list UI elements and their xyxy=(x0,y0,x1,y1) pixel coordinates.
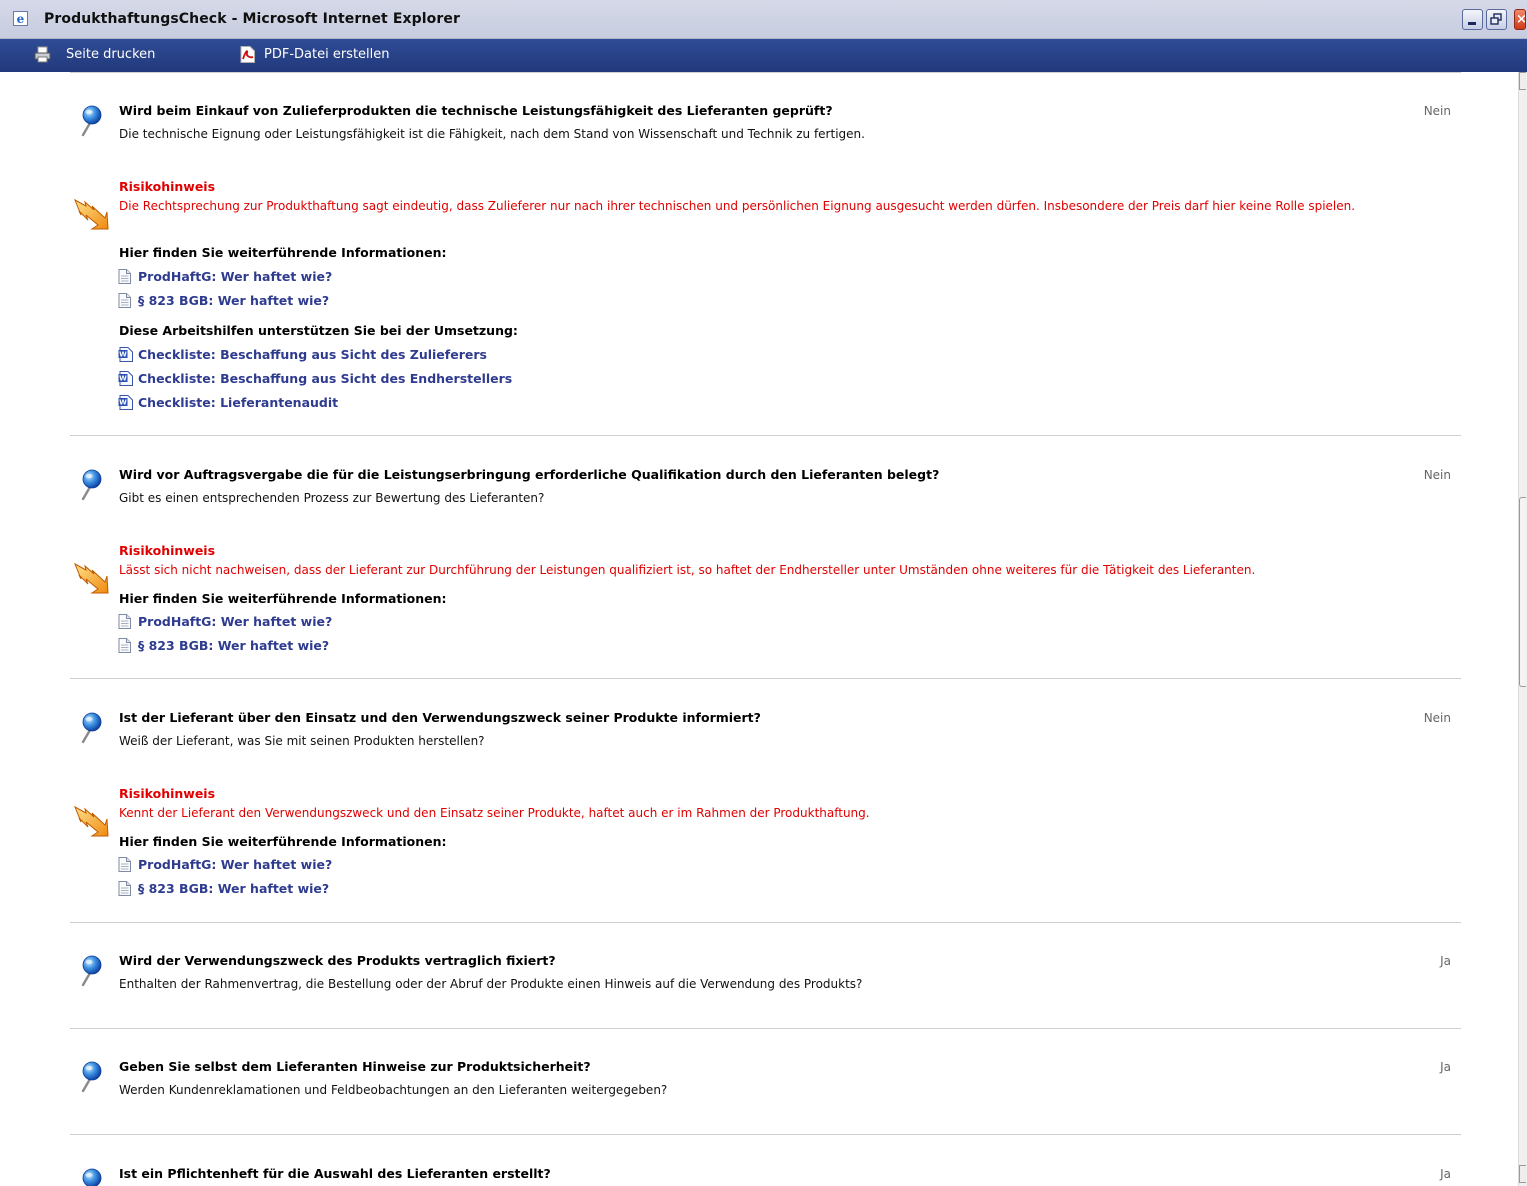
internet-explorer-icon: e xyxy=(13,11,28,26)
answer-value: Ja xyxy=(1440,1060,1451,1074)
question-title: Wird beim Einkauf von Zulieferprodukten … xyxy=(119,103,833,118)
question-title: Ist der Lieferant über den Einsatz und d… xyxy=(119,710,761,725)
pushpin-icon xyxy=(79,1061,105,1093)
window-titlebar: e ProdukthaftungsCheck - Microsoft Inter… xyxy=(0,0,1527,39)
risk-text: Lässt sich nicht nachweisen, dass der Li… xyxy=(119,563,1256,577)
word-document-icon xyxy=(118,395,133,410)
scroll-up-arrow[interactable] xyxy=(1519,72,1526,90)
document-icon xyxy=(118,638,131,653)
question-item: Wird beim Einkauf von Zulieferprodukten … xyxy=(70,72,1461,436)
document-icon xyxy=(118,857,131,872)
print-page-button[interactable]: Seite drucken xyxy=(66,47,155,62)
risk-heading: Risikohinweis xyxy=(119,786,216,801)
word-document-icon xyxy=(118,371,133,386)
restore-icon xyxy=(1490,13,1502,25)
minimize-button[interactable] xyxy=(1462,9,1483,30)
vertical-scrollbar[interactable] xyxy=(1518,72,1527,1186)
question-description: Gibt es einen entsprechenden Prozess zur… xyxy=(119,491,545,505)
question-title: Ist ein Pflichtenheft für die Auswahl de… xyxy=(119,1166,551,1181)
word-document-icon xyxy=(118,347,133,362)
close-icon: × xyxy=(1516,12,1527,27)
info-heading: Hier finden Sie weiterführende Informati… xyxy=(119,834,447,849)
question-item: Geben Sie selbst dem Lieferanten Hinweis… xyxy=(70,1028,1461,1135)
answer-value: Ja xyxy=(1440,954,1451,968)
minimize-icon xyxy=(1468,22,1476,25)
document-icon xyxy=(118,881,131,896)
question-item: Ist der Lieferant über den Einsatz und d… xyxy=(70,679,1461,923)
info-link[interactable]: ProdHaftG: Wer haftet wie? xyxy=(118,269,332,284)
tool-link[interactable]: Checkliste: Beschaffung aus Sicht des Zu… xyxy=(118,347,487,362)
risk-arrow-icon xyxy=(72,196,110,232)
question-description: Weiß der Lieferant, was Sie mit seinen P… xyxy=(119,734,485,748)
document-icon xyxy=(118,293,131,308)
risk-heading: Risikohinweis xyxy=(119,543,216,558)
pushpin-icon xyxy=(79,955,105,987)
tool-link[interactable]: Checkliste: Lieferantenaudit xyxy=(118,395,338,410)
question-title: Wird vor Auftragsvergabe die für die Lei… xyxy=(119,467,940,482)
answer-value: Ja xyxy=(1440,1167,1451,1181)
info-link[interactable]: § 823 BGB: Wer haftet wie? xyxy=(118,293,329,308)
restore-button[interactable] xyxy=(1486,9,1507,30)
page-toolbar: Seite drucken PDF-Datei erstellen xyxy=(0,39,1527,72)
svg-text:e: e xyxy=(17,12,25,26)
answer-value: Nein xyxy=(1423,104,1451,118)
printer-icon[interactable] xyxy=(34,46,51,63)
scroll-thumb[interactable] xyxy=(1519,497,1526,687)
risk-arrow-icon xyxy=(72,560,110,596)
close-button[interactable]: × xyxy=(1514,9,1527,30)
info-link[interactable]: § 823 BGB: Wer haftet wie? xyxy=(118,638,329,653)
answer-value: Nein xyxy=(1423,468,1451,482)
tools-heading: Diese Arbeitshilfen unterstützen Sie bei… xyxy=(119,323,518,338)
risk-text: Kennt der Lieferant den Verwendungszweck… xyxy=(119,806,870,820)
question-description: Werden Kundenreklamationen und Feldbeoba… xyxy=(119,1083,668,1097)
pdf-icon[interactable] xyxy=(239,46,256,63)
pushpin-icon xyxy=(79,105,105,137)
question-item: Wird vor Auftragsvergabe die für die Lei… xyxy=(70,436,1461,679)
risk-heading: Risikohinweis xyxy=(119,179,216,194)
question-item: Wird der Verwendungszweck des Produkts v… xyxy=(70,922,1461,1029)
risk-arrow-icon xyxy=(72,803,110,839)
question-title: Wird der Verwendungszweck des Produkts v… xyxy=(119,953,556,968)
risk-text: Die Rechtsprechung zur Produkthaftung sa… xyxy=(119,199,1356,213)
answer-value: Nein xyxy=(1423,711,1451,725)
pushpin-icon xyxy=(79,469,105,501)
info-heading: Hier finden Sie weiterführende Informati… xyxy=(119,591,447,606)
info-link[interactable]: ProdHaftG: Wer haftet wie? xyxy=(118,857,332,872)
document-icon xyxy=(118,614,131,629)
question-item: Ist ein Pflichtenheft für die Auswahl de… xyxy=(70,1135,1461,1186)
question-title: Geben Sie selbst dem Lieferanten Hinweis… xyxy=(119,1059,591,1074)
info-heading: Hier finden Sie weiterführende Informati… xyxy=(119,245,447,260)
info-link[interactable]: § 823 BGB: Wer haftet wie? xyxy=(118,881,329,896)
question-description: Die technische Eignung oder Leistungsfäh… xyxy=(119,127,865,141)
info-link[interactable]: ProdHaftG: Wer haftet wie? xyxy=(118,614,332,629)
document-icon xyxy=(118,269,131,284)
pushpin-icon xyxy=(79,712,105,744)
create-pdf-button[interactable]: PDF-Datei erstellen xyxy=(264,47,390,62)
pushpin-icon xyxy=(79,1168,105,1186)
window-title: ProdukthaftungsCheck - Microsoft Interne… xyxy=(44,11,460,27)
scroll-down-arrow[interactable] xyxy=(1519,1165,1526,1183)
question-description: Enthalten der Rahmenvertrag, die Bestell… xyxy=(119,977,863,991)
tool-link[interactable]: Checkliste: Beschaffung aus Sicht des En… xyxy=(118,371,512,386)
